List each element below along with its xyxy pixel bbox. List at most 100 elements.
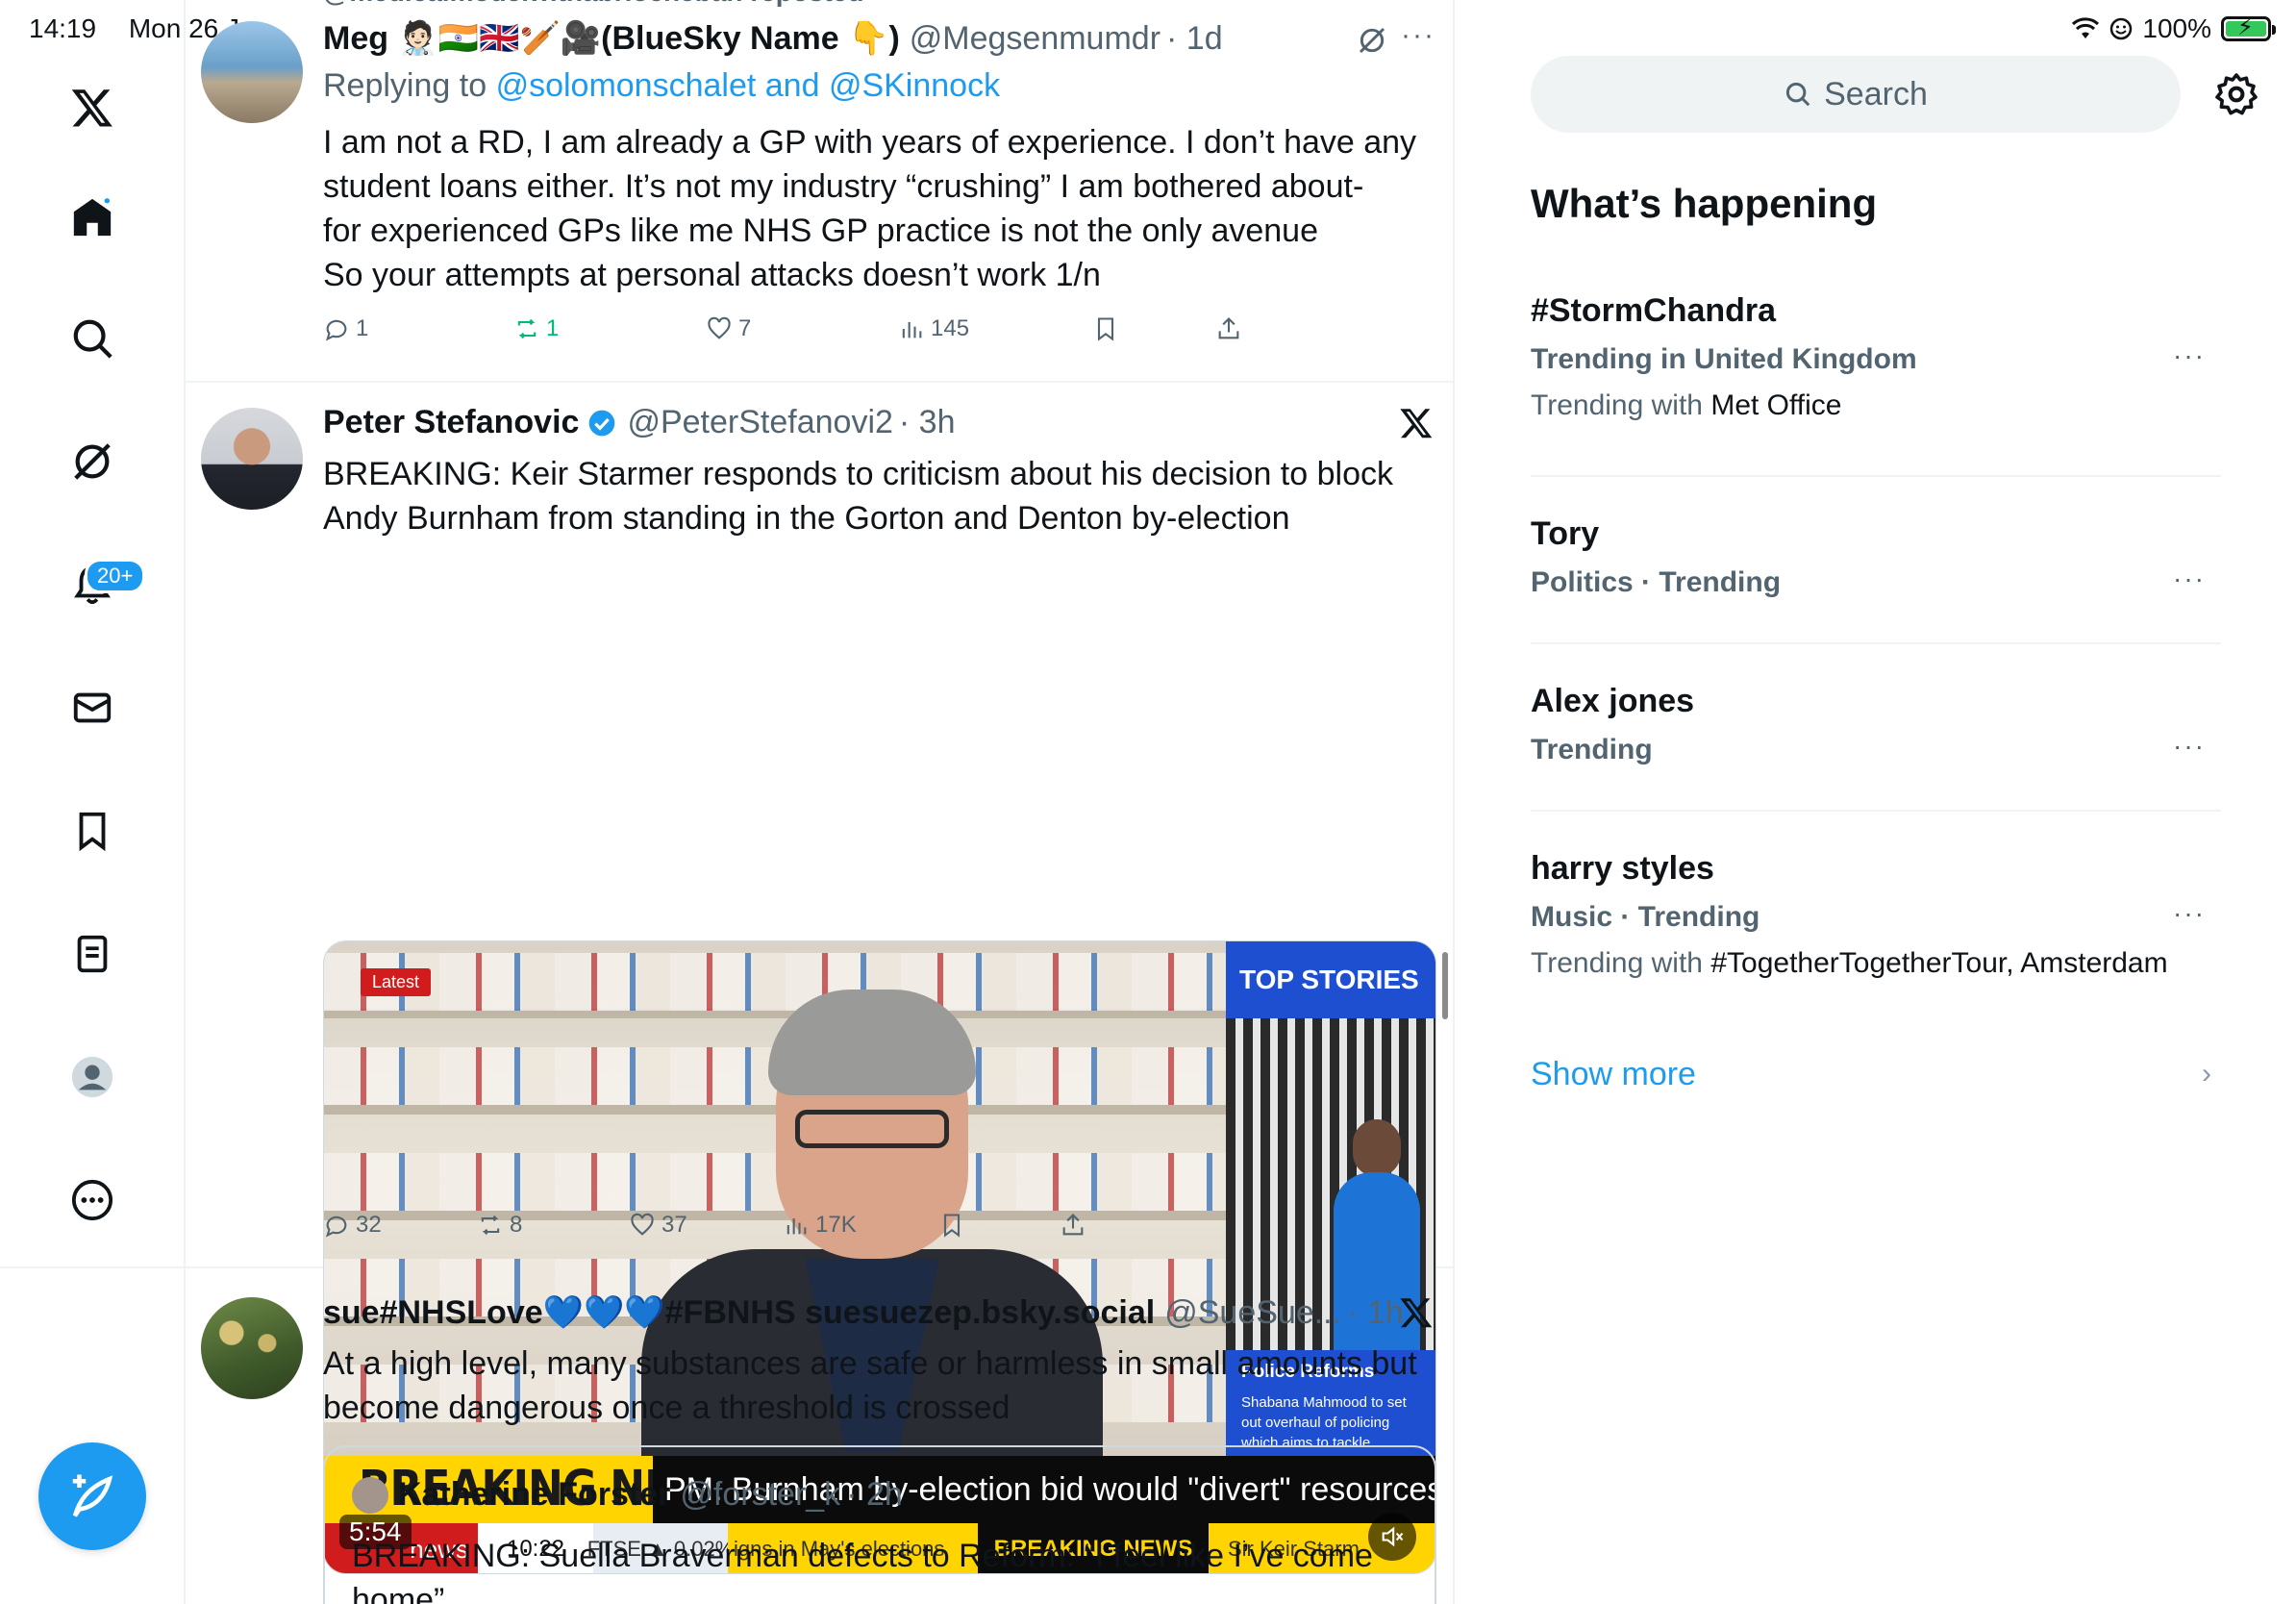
top-stories-label: TOP STORIES [1226,941,1435,1018]
tweet-meg[interactable]: @medicalmodelwithabriocheban reposted Me… [186,0,1453,383]
trend-with-prefix: Trending with [1531,389,1703,421]
tweet-text: BREAKING: Keir Starmer responds to criti… [323,452,1429,540]
like-count: 37 [661,1212,687,1238]
avatar[interactable] [201,21,303,123]
bookmarks-icon[interactable] [63,802,121,860]
author-handle[interactable]: @PeterStefanovi2 [627,404,892,441]
quoted-tweet-time: · 2h [846,1476,903,1513]
share-icon [1218,317,1239,339]
view-count: 17K [815,1212,857,1238]
tweet-text: At a high level, many substances are saf… [323,1341,1429,1430]
reply-icon [325,319,347,341]
explore-search-icon[interactable] [63,310,121,367]
search-icon [1786,82,1810,107]
trend-more-icon[interactable]: ··· [2173,340,2206,371]
views-button[interactable]: 17K [783,1212,857,1239]
grok-icon[interactable] [63,433,121,490]
verified-badge-icon [589,410,615,436]
trend-name: harry styles [1531,850,1714,887]
trend-meta: Music · Trending [1531,901,1760,933]
bookmark-button[interactable] [1092,315,1119,342]
trend-item[interactable]: #StormChandra Trending in United Kingdom… [1531,292,2221,422]
more-options-icon[interactable] [63,1171,121,1229]
replying-to-handles[interactable]: @solomonschalet and @SKinnock [496,67,1001,104]
share-button[interactable] [1215,315,1242,342]
reply-button[interactable]: 32 [323,1212,382,1239]
profile-avatar-icon[interactable] [63,1048,121,1106]
views-button[interactable]: 145 [898,315,969,342]
tweet-header: Meg 🧑🏻‍⚕️🇮🇳🇬🇧🏏🎥(BlueSky Name 👇) @Megsenm… [323,19,1223,58]
trend-divider [1531,642,2221,644]
search-input[interactable]: Search [1531,56,2181,133]
repost-context: @medicalmodelwithabriocheban reposted [323,0,864,8]
settings-gear-icon[interactable] [2213,71,2259,117]
repost-button[interactable]: 1 [513,315,559,342]
trend-with-value: Met Office [1710,389,1842,421]
avatar[interactable] [201,408,303,510]
compose-post-button[interactable] [38,1442,146,1550]
tweet-text-line: Andy Burnham from standing in the Gorton… [323,500,1290,537]
author-handle[interactable]: @SueSue... [1164,1294,1341,1332]
grok-icon[interactable] [1357,25,1387,56]
bookmark-button[interactable] [938,1212,965,1239]
like-count: 7 [738,315,752,341]
timeline-scrollbar[interactable] [1442,952,1448,1019]
trend-more-icon[interactable]: ··· [2173,731,2206,762]
home-timeline[interactable]: @medicalmodelwithabriocheban reposted Me… [186,0,1455,1604]
trend-name: Alex jones [1531,683,1695,719]
notifications-badge: 20+ [85,559,146,593]
left-navigation: 20+ [0,0,186,1604]
x-logo-icon[interactable] [63,79,121,137]
messages-envelope-icon[interactable] [63,679,121,737]
trend-item[interactable]: Tory Politics · Trending ··· [1531,515,2221,599]
author-name[interactable]: sue#NHSLove💙💙💙#FBNHS suesuezep.bsky.soci… [323,1293,1155,1332]
home-icon[interactable] [63,188,121,246]
trend-with: Trending with #TogetherTogetherTour, Ams… [1531,947,2221,980]
lists-icon[interactable] [63,925,121,983]
tweet-text: I am not a RD, I am already a GP with ye… [323,120,1429,297]
repost-button[interactable]: 8 [477,1212,522,1239]
share-button[interactable] [1060,1212,1086,1239]
reply-button[interactable]: 1 [323,315,368,342]
battery-icon: ⚡ [2221,14,2276,41]
trend-divider [1531,810,2221,812]
avatar[interactable] [201,1297,303,1399]
tweet-text-line: BREAKING: Keir Starmer responds to criti… [323,456,1393,492]
focus-smiley-icon [2110,17,2133,40]
search-placeholder: Search [1824,75,1928,113]
trend-item[interactable]: harry styles Music · Trending Trending w… [1531,850,2221,980]
chevron-right-icon: › [2202,1058,2211,1090]
compose-feather-icon [72,1474,113,1517]
tweet-time: · 1h [1347,1293,1404,1331]
trend-meta: Trending in United Kingdom [1531,343,1917,375]
tweet-header: Peter Stefanovic @PeterStefanovi2 · 3h [323,404,956,441]
x-logo-icon [1400,1298,1433,1328]
quoted-tweet-header: Katherine Forster @forster_k · 2h [352,1476,903,1514]
author-name[interactable]: Peter Stefanovic [323,404,579,441]
trend-more-icon[interactable]: ··· [2173,564,2206,594]
reply-count: 32 [356,1212,382,1238]
quoted-tweet[interactable]: Katherine Forster @forster_k · 2h BREAKI… [323,1445,1436,1604]
author-name[interactable]: Meg 🧑🏻‍⚕️🇮🇳🇬🇧🏏🎥(BlueSky Name 👇) [323,19,900,58]
tweet-header: sue#NHSLove💙💙💙#FBNHS suesuezep.bsky.soci… [323,1293,1404,1332]
author-handle[interactable]: @Megsenmumdr [910,20,1160,58]
trend-with: Trending with Met Office [1531,389,2221,422]
replying-prefix: Replying to [323,67,487,104]
views-chart-icon [786,1218,807,1235]
trend-divider [1531,475,2221,477]
trend-more-icon[interactable]: ··· [2173,898,2206,929]
like-button[interactable]: 7 [706,315,751,342]
like-button[interactable]: 37 [629,1212,687,1239]
repost-icon [517,318,537,339]
wifi-icon [2072,17,2100,38]
trend-item[interactable]: Alex jones Trending ··· [1531,683,2221,766]
tweet-text-line: become dangerous once a threshold is cro… [323,1390,1011,1426]
avatar [352,1476,388,1514]
show-more-link[interactable]: Show more › [1531,1056,2221,1093]
trend-name: #StormChandra [1531,292,1777,329]
trend-meta: Politics · Trending [1531,566,1782,598]
more-options-icon[interactable]: ··· [1401,19,1435,52]
bookmark-icon [943,1214,961,1238]
replying-to: Replying to @solomonschalet and @SKinnoc… [323,67,1000,105]
tweet-peter-stefanovic[interactable]: Peter Stefanovic @PeterStefanovi2 · 3h B… [186,383,1453,1574]
